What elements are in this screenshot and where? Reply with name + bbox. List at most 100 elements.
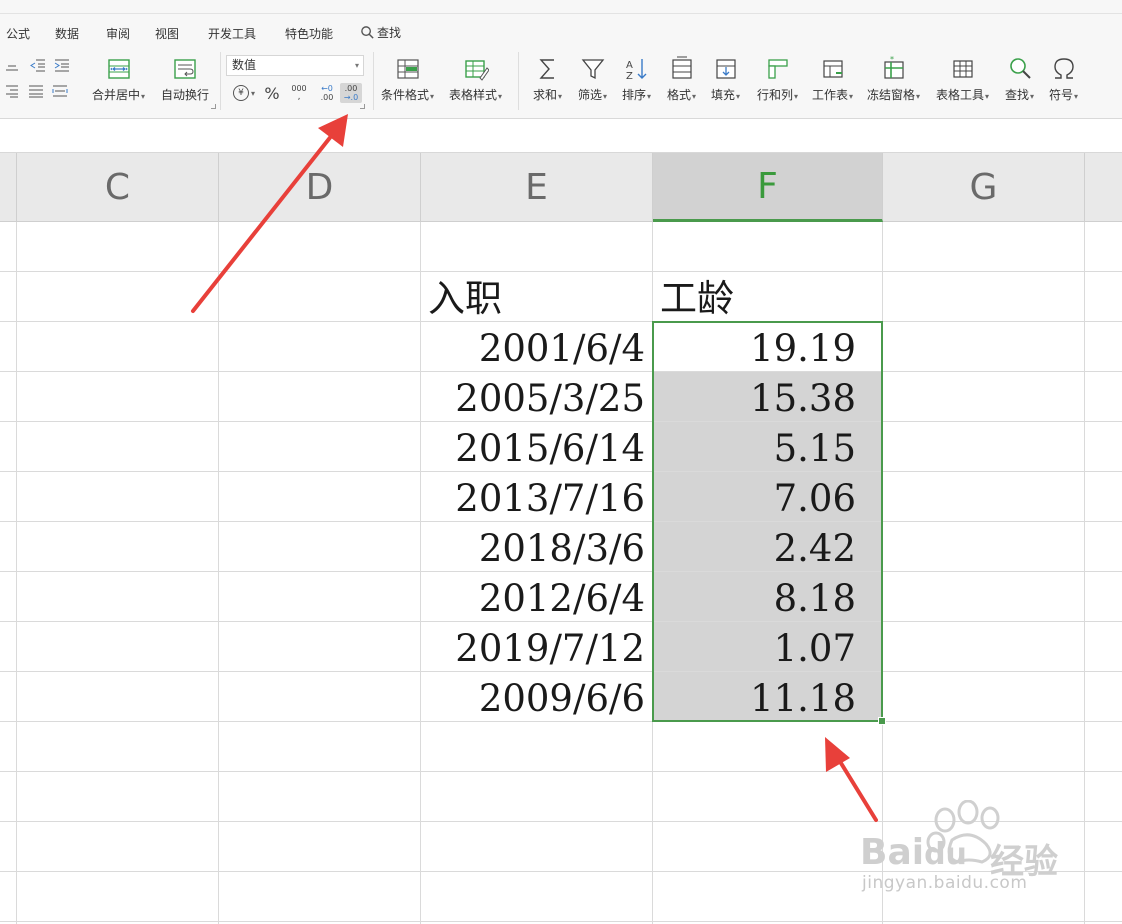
rows-columns-icon: [767, 59, 788, 79]
conditional-format-label: 条件格式: [381, 88, 430, 102]
fill-button[interactable]: 填充▾: [711, 55, 740, 105]
grid-line: [0, 271, 1122, 272]
column-header-d[interactable]: D: [219, 153, 421, 222]
chevron-down-icon: ▾: [916, 92, 921, 101]
rows-columns-label: 行和列: [757, 88, 794, 102]
chevron-down-icon: ▾: [849, 92, 854, 101]
symbol-button[interactable]: 符号▾: [1049, 55, 1078, 105]
cell-entry-date[interactable]: 2015/6/14: [421, 424, 645, 474]
distributed-align-icon[interactable]: [52, 84, 68, 98]
decrease-decimal-arrow: →.0: [343, 93, 359, 102]
align-right-icon[interactable]: [4, 84, 20, 98]
conditional-format-button[interactable]: 条件格式▾: [381, 55, 434, 105]
alignment-dialog-launcher[interactable]: [211, 104, 216, 109]
number-format-dropdown[interactable]: 数值 ▾: [226, 55, 364, 76]
find-button[interactable]: 查找▾: [1005, 55, 1034, 105]
number-dialog-launcher[interactable]: [360, 104, 365, 109]
currency-icon: ¥: [232, 85, 249, 101]
search-label: 查找: [377, 26, 402, 40]
merge-center-button[interactable]: 合并居中▾: [92, 55, 145, 105]
sum-button[interactable]: 求和▾: [533, 55, 562, 105]
chevron-down-icon: ▾: [1030, 92, 1035, 101]
cell-entry-date[interactable]: 2018/3/6: [421, 524, 645, 574]
worksheet-label: 工作表: [812, 88, 849, 102]
cell-entry-date[interactable]: 2005/3/25: [421, 374, 645, 424]
cell-entry-date[interactable]: 2019/7/12: [421, 624, 645, 674]
freeze-panes-icon: *: [883, 56, 904, 79]
tab-search[interactable]: 查找: [360, 24, 401, 41]
decrease-decimal-icon: .00: [344, 84, 358, 93]
column-header-e[interactable]: E: [421, 153, 653, 222]
magnifier-icon: [1009, 58, 1031, 79]
fill-handle[interactable]: [878, 717, 886, 725]
rows-columns-button[interactable]: 行和列▾: [757, 55, 798, 105]
svg-text:A: A: [626, 60, 633, 71]
justify-icon[interactable]: [28, 84, 44, 98]
chevron-down-icon: ▾: [647, 92, 652, 101]
currency-format-button[interactable]: ¥ ▾: [230, 83, 258, 103]
tab-formula[interactable]: 公式: [6, 25, 30, 42]
grid-line: [218, 222, 219, 924]
chevron-down-icon: ▾: [558, 92, 563, 101]
cell-f-header[interactable]: 工龄: [660, 274, 734, 324]
column-header-f[interactable]: F: [653, 153, 883, 222]
comma-glyph: ,: [297, 92, 301, 102]
wrap-text-label: 自动换行: [161, 88, 210, 102]
table-style-button[interactable]: 表格样式▾: [449, 55, 502, 105]
column-header-g[interactable]: G: [883, 153, 1085, 222]
fill-label: 填充: [711, 88, 736, 102]
sigma-icon: [538, 59, 554, 79]
filter-button[interactable]: 筛选▾: [578, 55, 607, 105]
format-button[interactable]: 格式▾: [667, 55, 696, 105]
increase-indent-icon[interactable]: [54, 58, 70, 72]
chevron-down-icon: ▾: [1074, 92, 1079, 101]
percent-format-button[interactable]: %: [262, 83, 282, 103]
sort-button[interactable]: A Z 排序▾: [622, 55, 651, 105]
tab-view[interactable]: 视图: [155, 25, 179, 42]
decrease-indent-icon[interactable]: [30, 58, 46, 72]
filter-label: 筛选: [578, 88, 603, 102]
column-header-b[interactable]: [0, 153, 17, 222]
decrease-decimal-button[interactable]: .00 →.0: [340, 83, 362, 103]
chevron-down-icon: ▾: [141, 92, 146, 101]
align-bottom-icon[interactable]: [4, 59, 20, 73]
chevron-down-icon: ▾: [354, 61, 359, 70]
worksheet-icon: [822, 60, 843, 78]
merge-center-icon: [107, 59, 130, 79]
table-tools-icon: [952, 60, 973, 78]
find-label: 查找: [1005, 88, 1030, 102]
wrap-text-icon: [174, 59, 196, 79]
increase-decimal-button[interactable]: ←0.00: [316, 83, 338, 103]
tab-data[interactable]: 数据: [55, 25, 79, 42]
chevron-down-icon: ▾: [250, 88, 255, 98]
tab-special-features[interactable]: 特色功能: [285, 25, 333, 42]
group-divider: [373, 52, 374, 110]
cell-entry-date[interactable]: 2013/7/16: [421, 474, 645, 524]
column-header-c[interactable]: C: [17, 153, 219, 222]
chevron-down-icon: ▾: [985, 92, 990, 101]
omega-icon: [1053, 58, 1074, 79]
conditional-format-icon: [396, 59, 419, 79]
wrap-text-button[interactable]: 自动换行: [161, 55, 209, 105]
worksheet-button[interactable]: 工作表▾: [812, 55, 853, 105]
ribbon-toolbar: 公式 数据 审阅 视图 开发工具 特色功能 查找 合并居中▾ 自动换行 数值 ▾…: [0, 0, 1122, 119]
percent-icon: %: [264, 83, 280, 103]
group-divider: [220, 52, 221, 110]
svg-text:Z: Z: [626, 71, 633, 82]
cell-entry-date[interactable]: 2001/6/4: [421, 324, 645, 374]
chevron-down-icon: ▾: [498, 92, 503, 101]
freeze-panes-label: 冻结窗格: [867, 88, 916, 102]
thousands-separator-button[interactable]: 000,: [288, 83, 310, 103]
cell-e-header[interactable]: 入职: [428, 274, 502, 324]
sum-label: 求和: [533, 88, 558, 102]
tab-review[interactable]: 审阅: [106, 25, 130, 42]
watermark-brand-b: du: [924, 837, 967, 872]
cell-entry-date[interactable]: 2009/6/6: [421, 674, 645, 724]
freeze-panes-button[interactable]: * 冻结窗格▾: [867, 55, 920, 105]
chevron-down-icon: ▾: [430, 92, 435, 101]
increase-decimal-icon: .00: [320, 93, 334, 102]
tab-developer[interactable]: 开发工具: [208, 25, 256, 42]
symbol-label: 符号: [1049, 88, 1074, 102]
cell-entry-date[interactable]: 2012/6/4: [421, 574, 645, 624]
table-tools-button[interactable]: 表格工具▾: [936, 55, 989, 105]
